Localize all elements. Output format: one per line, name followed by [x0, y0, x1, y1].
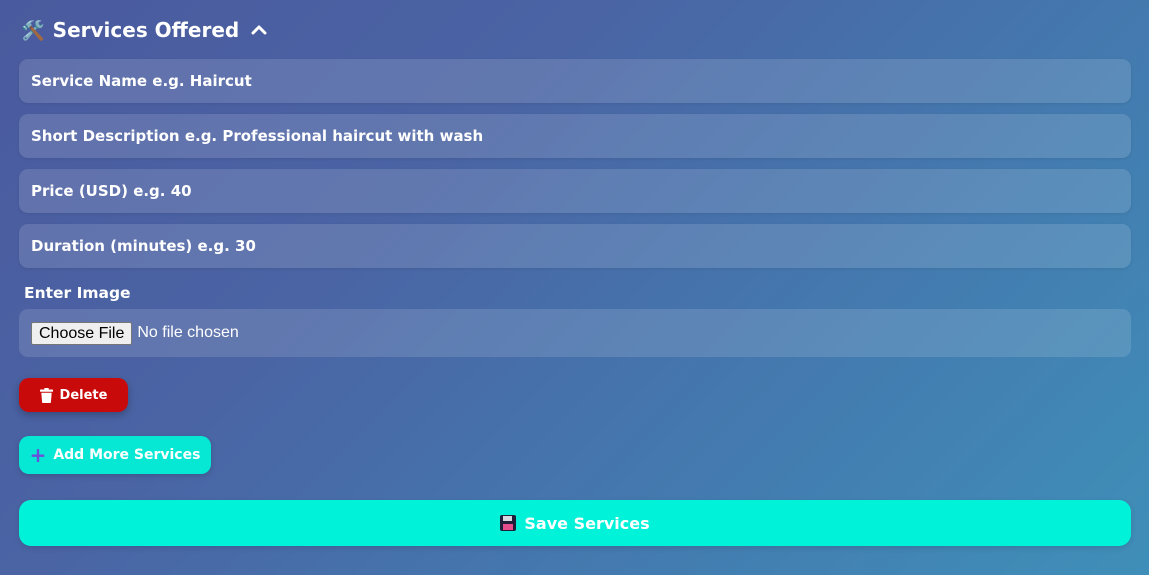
plus-icon: +	[29, 443, 47, 467]
delete-button[interactable]: Delete	[19, 378, 128, 412]
image-label: Enter Image	[24, 284, 131, 302]
description-placeholder: Short Description e.g. Professional hair…	[31, 127, 484, 145]
save-label: Save Services	[524, 513, 650, 533]
chevron-up-icon[interactable]	[251, 24, 267, 36]
duration-input[interactable]: Duration (minutes) e.g. 30	[19, 224, 1131, 268]
section-title: Services Offered	[52, 18, 240, 42]
add-more-services-button[interactable]: + Add More Services	[19, 436, 211, 474]
image-file-input[interactable]: Choose File No file chosen	[19, 309, 1131, 357]
trash-icon	[39, 387, 53, 403]
save-services-button[interactable]: Save Services	[19, 500, 1131, 546]
description-input[interactable]: Short Description e.g. Professional hair…	[19, 114, 1131, 158]
floppy-disk-icon	[500, 515, 517, 531]
choose-file-button[interactable]: Choose File	[31, 321, 133, 345]
section-header[interactable]: 🛠️ Services Offered	[21, 18, 267, 42]
service-name-placeholder: Service Name e.g. Haircut	[31, 72, 252, 90]
service-name-input[interactable]: Service Name e.g. Haircut	[19, 59, 1131, 103]
price-placeholder: Price (USD) e.g. 40	[31, 182, 192, 200]
delete-label: Delete	[59, 387, 108, 403]
price-input[interactable]: Price (USD) e.g. 40	[19, 169, 1131, 213]
file-status: No file chosen	[137, 324, 239, 341]
tools-icon: 🛠️	[21, 19, 45, 42]
add-more-label: Add More Services	[53, 447, 201, 463]
duration-placeholder: Duration (minutes) e.g. 30	[31, 237, 256, 255]
